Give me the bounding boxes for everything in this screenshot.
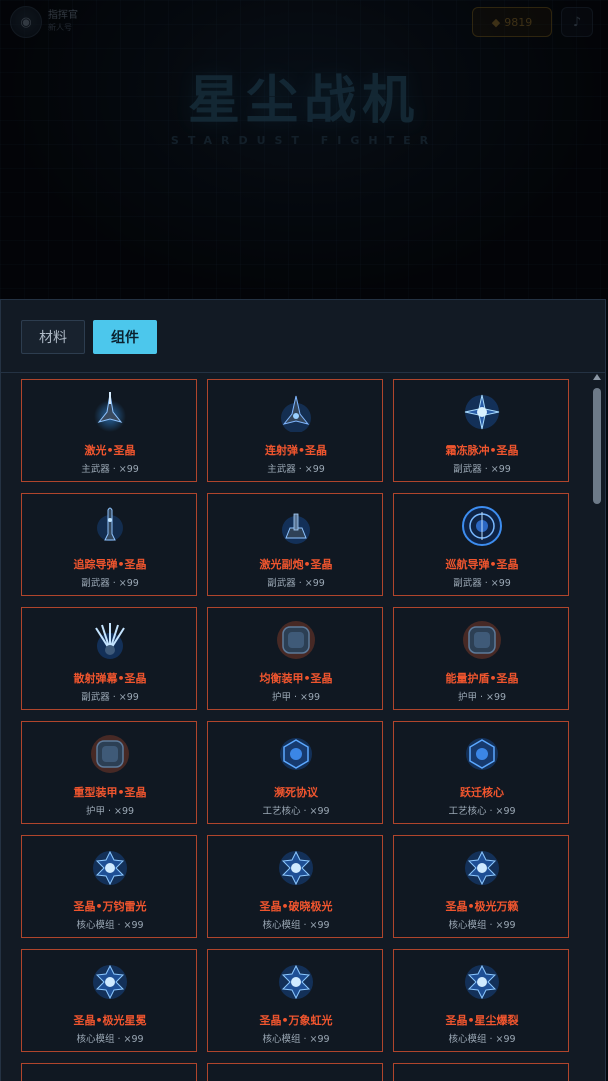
module-icon (276, 848, 316, 888)
component-meta: 副武器 · ×99 (81, 578, 139, 589)
component-name: 激光副炮•圣晶 (259, 558, 333, 571)
component-card[interactable]: 圣晶•万象虹光 核心模组 · ×99 (207, 949, 383, 1052)
component-card[interactable]: 激光•圣晶主武器 · ×99 (21, 379, 197, 482)
component-name: 重型装甲•圣晶 (73, 786, 147, 799)
component-meta: 护甲 · ×99 (271, 692, 321, 703)
component-card[interactable]: 连射弹•圣晶 主武器 · ×99 (207, 379, 383, 482)
laser-ship-icon (90, 392, 130, 432)
tab-components[interactable]: 组件 (93, 320, 157, 354)
component-name: 能量护盾•圣晶 (445, 672, 519, 685)
component-meta: 工艺核心 · ×99 (262, 806, 330, 817)
tab-materials[interactable]: 材料 (21, 320, 85, 354)
component-card[interactable]: 均衡装甲•圣晶 护甲 · ×99 (207, 607, 383, 710)
divider (1, 372, 605, 373)
component-name: 濒死协议 (274, 786, 318, 799)
component-card[interactable]: 圣晶•破晓极光 核心模组 · ×99 (207, 835, 383, 938)
missile-icon (90, 506, 130, 546)
module-icon (90, 962, 130, 1002)
component-name: 圣晶•万象虹光 (259, 1014, 333, 1027)
core-icon (462, 734, 502, 774)
component-card[interactable]: 圣晶•星尘爆裂 核心模组 · ×99 (393, 949, 569, 1052)
component-meta: 核心模组 · ×99 (76, 1034, 144, 1045)
inventory-panel: 材料 组件 激光•圣晶 主武器 · ×99 连射弹•圣晶 主武器 · ×99 霜冻脉冲•… (0, 299, 606, 1081)
component-card[interactable]: 跃迁核心工艺核心 · ×99 (393, 721, 569, 824)
component-meta: 副武器 · ×99 (453, 464, 511, 475)
component-name: 圣晶•破晓极光 (259, 900, 333, 913)
component-meta: 护甲 · ×99 (457, 692, 507, 703)
component-card-partial[interactable] (393, 1063, 569, 1081)
component-name: 霜冻脉冲•圣晶 (445, 444, 519, 457)
component-card[interactable]: 圣晶•万钧雷光 核心模组 · ×99 (21, 835, 197, 938)
component-name: 激光•圣晶 (84, 444, 136, 457)
component-meta: 核心模组 · ×99 (76, 920, 144, 931)
component-card[interactable]: 重型装甲•圣晶 护甲 · ×99 (21, 721, 197, 824)
component-meta: 核心模组 · ×99 (262, 920, 330, 931)
item-grid: 激光•圣晶 主武器 · ×99 连射弹•圣晶 主武器 · ×99 霜冻脉冲•圣晶 副武器 … (21, 379, 573, 1081)
module-icon (90, 848, 130, 888)
component-meta: 核心模组 · ×99 (262, 1034, 330, 1045)
component-name: 圣晶•星尘爆裂 (445, 1014, 519, 1027)
component-card[interactable]: 圣晶•极光万籁 核心模组 · ×99 (393, 835, 569, 938)
component-card[interactable]: 散射弹幕•圣晶 副武器 · ×99 (21, 607, 197, 710)
rapid-ship-icon (276, 392, 316, 433)
module-icon (276, 962, 316, 1002)
frost-star-icon (462, 392, 502, 432)
component-card[interactable]: 巡航导弹•圣晶 副武器 · ×99 (393, 493, 569, 596)
component-card[interactable]: 能量护盾•圣晶 护甲 · ×99 (393, 607, 569, 710)
component-meta: 护甲 · ×99 (85, 806, 135, 817)
core-icon (276, 734, 316, 774)
component-name: 均衡装甲•圣晶 (259, 672, 333, 685)
component-card[interactable]: 激光副炮•圣晶 副武器 · ×99 (207, 493, 383, 596)
turret-icon (276, 506, 316, 546)
component-card[interactable]: 霜冻脉冲•圣晶 副武器 · ×99 (393, 379, 569, 482)
scrollbar[interactable] (591, 374, 603, 1080)
module-icon (462, 962, 502, 1002)
armor-icon (462, 620, 502, 660)
component-name: 散射弹幕•圣晶 (73, 672, 147, 685)
component-meta: 核心模组 · ×99 (448, 920, 516, 931)
component-name: 巡航导弹•圣晶 (445, 558, 519, 571)
component-name: 圣晶•极光万籁 (445, 900, 519, 913)
radar-orb-icon (462, 506, 502, 546)
component-name: 圣晶•万钧雷光 (73, 900, 147, 913)
component-card-partial[interactable] (21, 1063, 197, 1081)
component-meta: 副武器 · ×99 (81, 692, 139, 703)
component-card[interactable]: 濒死协议工艺核心 · ×99 (207, 721, 383, 824)
component-card[interactable]: 追踪导弹•圣晶 副武器 · ×99 (21, 493, 197, 596)
scroll-up-icon[interactable] (593, 374, 601, 380)
armor-icon (90, 734, 130, 774)
component-meta: 副武器 · ×99 (267, 578, 325, 589)
component-meta: 主武器 · ×99 (267, 464, 325, 475)
component-card-partial[interactable] (207, 1063, 383, 1081)
component-name: 圣晶•极光星冕 (73, 1014, 147, 1027)
component-card[interactable]: 圣晶•极光星冕 核心模组 · ×99 (21, 949, 197, 1052)
scatter-icon (90, 620, 130, 660)
armor-icon (276, 620, 316, 660)
component-meta: 核心模组 · ×99 (448, 1034, 516, 1045)
inventory-tabs: 材料 组件 (21, 320, 157, 354)
component-name: 追踪导弹•圣晶 (73, 558, 147, 571)
component-meta: 主武器 · ×99 (81, 464, 139, 475)
component-meta: 工艺核心 · ×99 (448, 806, 516, 817)
component-name: 跃迁核心 (460, 786, 504, 799)
component-name: 连射弹•圣晶 (264, 444, 328, 457)
component-meta: 副武器 · ×99 (453, 578, 511, 589)
module-icon (462, 848, 502, 888)
scroll-thumb[interactable] (593, 388, 601, 504)
modal-overlay (0, 0, 608, 300)
